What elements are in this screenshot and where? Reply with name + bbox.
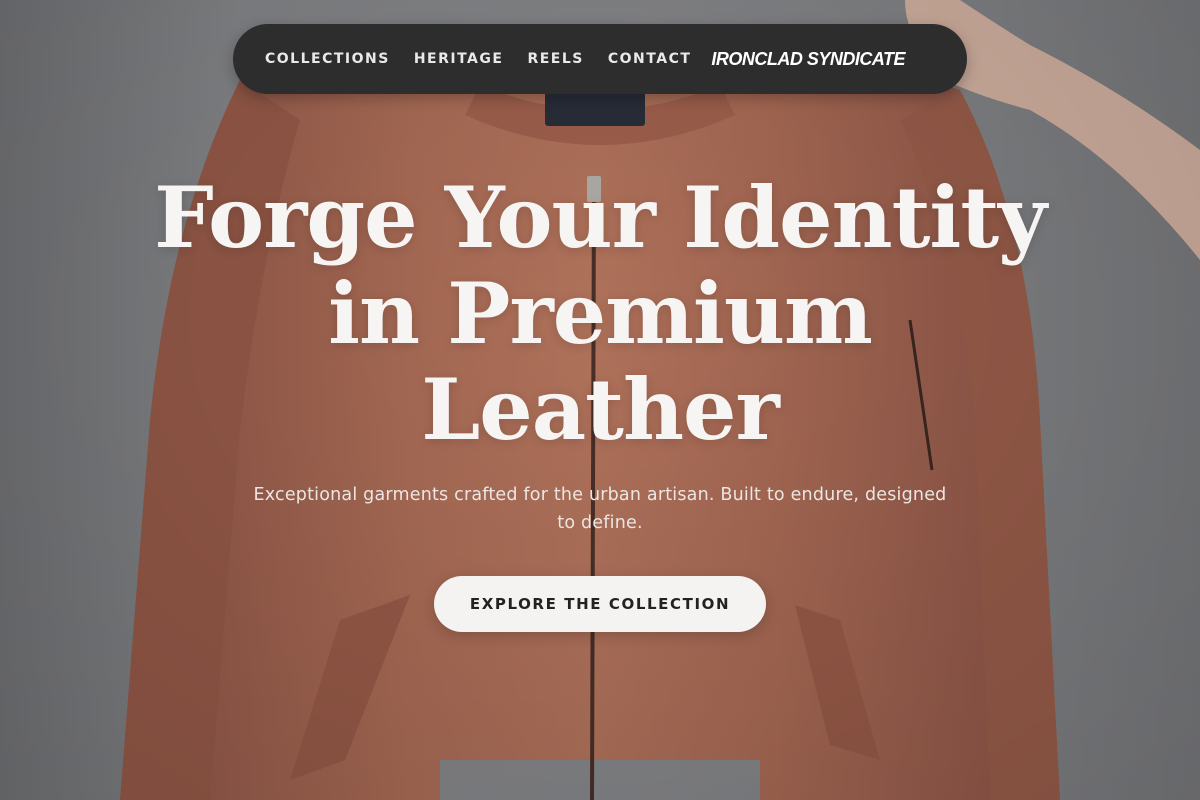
hero-title: Forge Your Identity in Premium Leather	[0, 170, 1200, 458]
main-navigation: COLLECTIONS HERITAGE REELS CONTACT IRONC…	[233, 24, 967, 94]
hero-title-line-1: Forge Your Identity	[154, 168, 1047, 267]
brand-logo[interactable]: IRONCLAD SYNDICATE	[711, 49, 905, 70]
nav-link-contact[interactable]: CONTACT	[608, 51, 692, 67]
hero-title-line-2: in Premium	[328, 264, 873, 363]
nav-link-collections[interactable]: COLLECTIONS	[265, 51, 390, 67]
hero-subtitle: Exceptional garments crafted for the urb…	[253, 485, 947, 533]
nav-link-heritage[interactable]: HERITAGE	[414, 51, 504, 67]
explore-collection-button[interactable]: EXPLORE THE COLLECTION	[434, 576, 766, 632]
nav-links: COLLECTIONS HERITAGE REELS CONTACT	[265, 51, 691, 67]
nav-link-reels[interactable]: REELS	[527, 51, 583, 67]
hero-title-line-3: Leather	[421, 360, 780, 459]
